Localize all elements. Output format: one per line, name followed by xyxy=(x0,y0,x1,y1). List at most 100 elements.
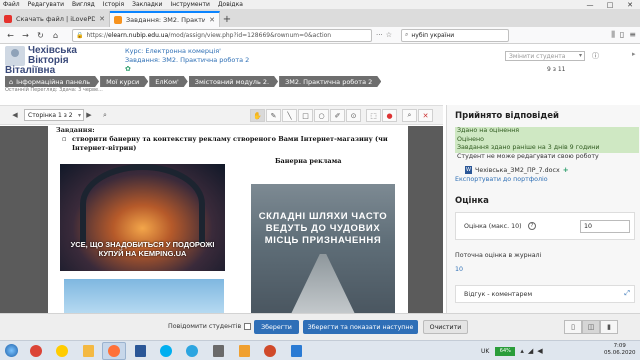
menu-edit[interactable]: Редагувати xyxy=(28,1,64,8)
feedback-label: Відгук - коментарем xyxy=(464,291,533,298)
breadcrumb-dashboard[interactable]: ⌂ Інформаційна панель xyxy=(5,76,99,87)
pdf-viewer[interactable]: Завдання: ▫ створити банерну та контекст… xyxy=(0,126,443,313)
breadcrumb-assignment[interactable]: ЗМ2. Практична робота 2 xyxy=(279,76,381,87)
line-tool-icon[interactable]: ╲ xyxy=(282,109,297,122)
prev-page-icon[interactable]: ◀ xyxy=(10,109,20,121)
forward-icon[interactable]: → xyxy=(19,29,32,42)
word-icon xyxy=(134,344,146,357)
tray-arrow-icon[interactable]: ▴ xyxy=(520,347,524,355)
search-input[interactable]: ⌕ нубіп україни xyxy=(400,28,509,42)
delete-tool-icon[interactable]: ✕ xyxy=(418,109,433,122)
clock-time: 7:09 xyxy=(613,343,626,349)
highlight-tool-icon[interactable]: ✐ xyxy=(330,109,345,122)
next-page-icon[interactable]: ▶ xyxy=(84,109,94,121)
back-icon[interactable]: ← xyxy=(4,29,17,42)
taskbar-skype[interactable] xyxy=(154,342,178,360)
tab-ilovepdf[interactable]: Скачать файл | iLovePDF ✕ xyxy=(0,11,110,27)
student-name[interactable]: Чехівська Вікторія Віталіївна xyxy=(5,46,115,76)
gear-icon[interactable]: ✿ xyxy=(125,65,249,74)
colour-tool-icon[interactable]: ● xyxy=(382,109,397,122)
save-and-next-button[interactable]: Зберегти та показати наступне xyxy=(303,320,418,334)
notify-checkbox[interactable] xyxy=(244,323,252,330)
oval-tool-icon[interactable]: ○ xyxy=(314,109,329,122)
navigation-bar: ← → ↻ ⌂ 🔒 https:// elearn.nubip.edu.ua /… xyxy=(0,27,640,44)
notify-label: Повідомити студентів xyxy=(168,323,242,330)
collapse-grade-icon[interactable]: ▮ xyxy=(600,320,618,334)
taskbar-tiles[interactable] xyxy=(284,342,308,360)
search-comments-icon[interactable]: ⌕ xyxy=(402,109,417,122)
menu-icon[interactable]: ≡ xyxy=(629,30,636,40)
taskbar-yandex[interactable] xyxy=(50,342,74,360)
rectangle-tool-icon[interactable]: □ xyxy=(298,109,313,122)
menu-file[interactable]: Файл xyxy=(3,1,20,8)
breadcrumb-my-courses[interactable]: Мої курси xyxy=(100,76,148,87)
reset-button[interactable]: Очистити xyxy=(423,320,468,334)
menu-tools[interactable]: Інструменти xyxy=(170,1,209,8)
help-icon[interactable]: ⓘ xyxy=(592,51,599,61)
banner-road-text: СКЛАДНІ ШЛЯХИ ЧАСТО ВЕДУТЬ ДО ЧУДОВИХ МІ… xyxy=(258,211,388,246)
menu-bookmarks[interactable]: Закладки xyxy=(132,1,162,8)
taskbar-firefox[interactable] xyxy=(102,341,126,360)
breadcrumb-course[interactable]: ЕлКом' xyxy=(149,76,188,87)
network-icon[interactable]: ◢ xyxy=(528,347,533,355)
add-icon[interactable]: + xyxy=(563,166,569,174)
menu-history[interactable]: Історія xyxy=(103,1,124,8)
road-shape xyxy=(291,254,355,313)
close-window-button[interactable]: ✕ xyxy=(620,0,640,9)
select-tool-icon[interactable]: ⬚ xyxy=(366,109,381,122)
export-portfolio-link[interactable]: Експортувати до портфоліо xyxy=(455,176,548,183)
maximize-button[interactable]: □ xyxy=(600,0,620,9)
menu-view[interactable]: Вигляд xyxy=(72,1,95,8)
stamp-tool-icon[interactable]: ⊙ xyxy=(346,109,361,122)
tab-strip: Скачать файл | iLovePDF ✕ Завдання: ЗМ2.… xyxy=(0,9,640,27)
volume-icon[interactable]: ◀ xyxy=(537,347,542,355)
help-icon[interactable]: ? xyxy=(528,222,536,230)
taskbar-telegram[interactable] xyxy=(180,342,204,360)
file-link[interactable]: Чехівська_ЗМ2_ПР_7.docx xyxy=(475,167,560,174)
next-student-icon[interactable]: ▸ xyxy=(632,50,636,58)
library-icon[interactable]: ⫼ xyxy=(611,30,615,40)
home-icon[interactable]: ⌂ xyxy=(49,29,62,42)
doc-heading: Завдання: xyxy=(56,126,95,134)
expand-icon[interactable]: ⤢ xyxy=(624,289,630,298)
battery-icon[interactable]: 64% xyxy=(495,346,516,356)
grade-input[interactable]: 10 xyxy=(580,220,630,233)
breadcrumb-module[interactable]: Змістовний модуль 2. xyxy=(189,76,278,87)
windows-logo-icon xyxy=(4,344,18,357)
start-button[interactable] xyxy=(0,341,22,360)
course-link[interactable]: Курс: Електронна комерція' xyxy=(125,47,249,56)
bookmark-star-icon[interactable]: ☆ xyxy=(386,31,392,39)
system-clock[interactable]: 7:09 05.06.2020 xyxy=(604,343,636,357)
taskbar-photos[interactable] xyxy=(206,342,230,360)
pdf-page[interactable]: Завдання: ▫ створити банерну та контекст… xyxy=(48,126,408,313)
status-graded: Оцінено xyxy=(455,135,639,144)
collapse-review-icon[interactable]: ▯ xyxy=(564,320,582,334)
more-actions-icon[interactable]: ··· xyxy=(376,31,383,39)
change-student-select[interactable]: Змінити студента xyxy=(505,51,585,61)
new-tab-button[interactable]: + xyxy=(220,11,234,27)
page-select[interactable]: Сторінка 1 з 2 xyxy=(24,109,84,121)
save-button[interactable]: Зберегти xyxy=(254,320,299,334)
assignment-link[interactable]: Завдання: ЗМ2. Практична робота 2 xyxy=(125,56,249,65)
menu-help[interactable]: Довідка xyxy=(218,1,243,8)
tab-assignment[interactable]: Завдання: ЗМ2. Практична робота 2 ✕ xyxy=(110,11,220,27)
url-bar[interactable]: 🔒 https:// elearn.nubip.edu.ua /mod/assi… xyxy=(72,28,372,42)
comment-search-icon[interactable]: ⌕ xyxy=(100,109,110,121)
hand-tool-icon[interactable]: ✋ xyxy=(250,109,265,122)
course-info: Курс: Електронна комерція' Завдання: ЗМ2… xyxy=(125,47,249,74)
taskbar-media[interactable] xyxy=(258,342,282,360)
language-indicator[interactable]: UK xyxy=(481,348,489,355)
sidebar-icon[interactable]: ▯ xyxy=(620,30,624,40)
close-tab-icon[interactable]: ✕ xyxy=(209,16,215,24)
taskbar-explorer[interactable] xyxy=(76,342,100,360)
current-grade-value[interactable]: 10 xyxy=(455,266,463,273)
default-layout-icon[interactable]: ◫ xyxy=(582,320,600,334)
taskbar-word[interactable] xyxy=(128,342,152,360)
taskbar-mail[interactable] xyxy=(232,342,256,360)
taskbar-chrome[interactable] xyxy=(24,342,48,360)
page-actions: ··· ☆ xyxy=(376,31,395,39)
close-tab-icon[interactable]: ✕ xyxy=(99,15,105,23)
reload-icon[interactable]: ↻ xyxy=(34,29,47,42)
minimize-button[interactable]: — xyxy=(580,0,600,9)
pen-tool-icon[interactable]: ✎ xyxy=(266,109,281,122)
